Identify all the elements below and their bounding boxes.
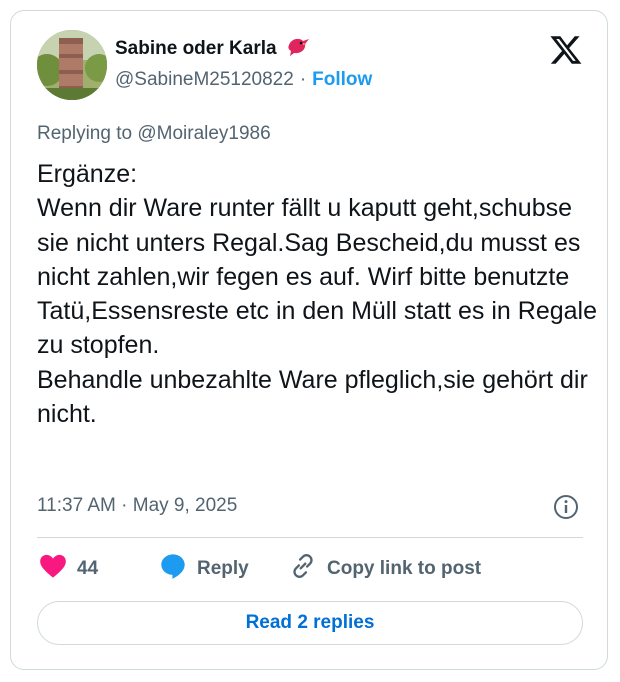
link-icon: [289, 552, 317, 586]
x-logo-icon[interactable]: [549, 33, 583, 67]
replying-to: Replying to @Moiraley1986: [37, 123, 271, 144]
heart-icon: [39, 553, 67, 585]
author-name-row[interactable]: Sabine oder Karla: [115, 35, 311, 63]
separator-dot: ·: [299, 69, 307, 90]
reply-bubble-icon: [159, 552, 187, 586]
copy-link-label: Copy link to post: [327, 558, 482, 579]
handle-row: @SabineM25120822 · Follow: [115, 69, 372, 91]
read-replies-button[interactable]: Read 2 replies: [37, 601, 583, 645]
action-bar: 44 Reply Copy link to post: [37, 553, 583, 585]
tweet-card: Sabine oder Karla @SabineM25120822 · Fol…: [10, 10, 608, 670]
red-bird-icon: [285, 35, 311, 63]
like-button[interactable]: 44: [39, 553, 98, 585]
reply-label: Reply: [197, 558, 249, 579]
follow-link[interactable]: Follow: [312, 69, 372, 91]
author-name[interactable]: Sabine oder Karla: [115, 38, 277, 60]
author-handle[interactable]: @SabineM25120822: [115, 69, 294, 91]
tweet-text: Ergänze: Wenn dir Ware runter fällt u ka…: [37, 160, 598, 429]
avatar[interactable]: [37, 30, 107, 100]
divider: [37, 537, 583, 538]
info-icon[interactable]: [553, 494, 579, 520]
copy-link-button[interactable]: Copy link to post: [289, 553, 481, 585]
reply-button[interactable]: Reply: [159, 553, 249, 585]
like-count: 44: [77, 558, 99, 579]
timestamp[interactable]: 11:37 AM · May 9, 2025: [37, 495, 237, 517]
